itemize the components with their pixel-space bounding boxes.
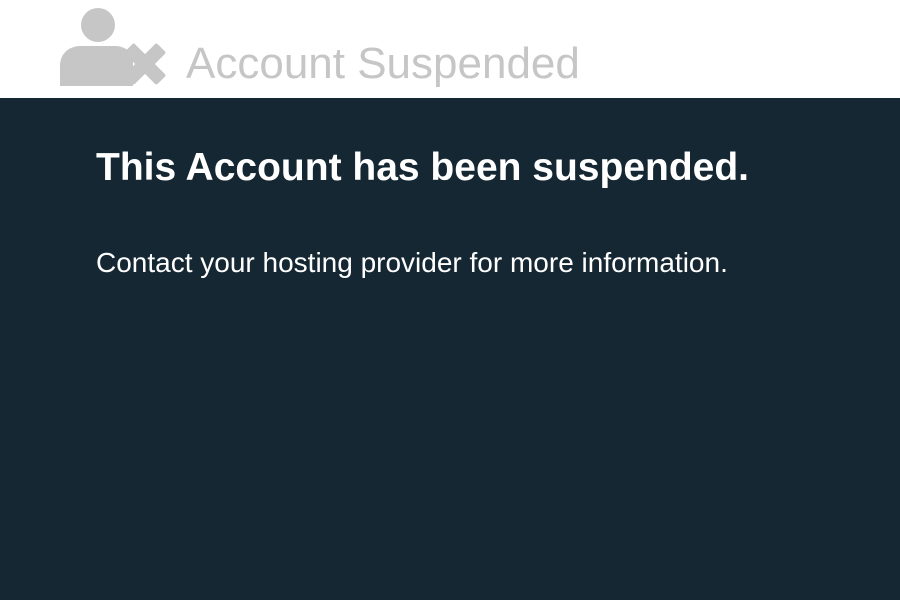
user-suspended-icon: [60, 8, 166, 86]
suspended-page: Account Suspended This Account has been …: [0, 0, 900, 600]
message-panel: This Account has been suspended. Contact…: [0, 98, 900, 600]
page-title: Account Suspended: [186, 39, 580, 88]
contact-message: Contact your hosting provider for more i…: [96, 247, 728, 278]
page-header: Account Suspended: [0, 0, 900, 98]
suspension-headline: This Account has been suspended.: [96, 146, 750, 189]
